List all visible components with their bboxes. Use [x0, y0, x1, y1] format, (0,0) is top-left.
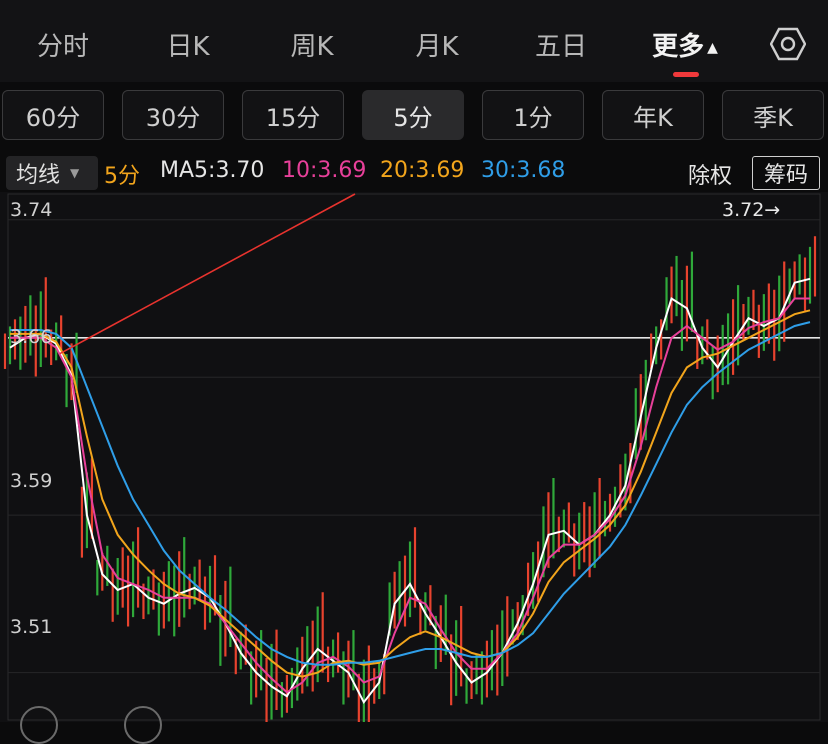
tab-daily-k[interactable]: 日K: [166, 26, 209, 66]
period-quarterly-k-button[interactable]: 季K: [722, 90, 824, 140]
zoom-in-icon[interactable]: [124, 706, 162, 744]
ma-dropdown-label: 均线: [16, 163, 61, 188]
y-axis-label-bottom: 3.51: [10, 616, 53, 638]
tab-more-label: 更多: [652, 32, 705, 62]
chip-distribution-button[interactable]: 筹码: [752, 156, 820, 190]
kline-chart[interactable]: [0, 192, 828, 722]
ex-rights-toggle[interactable]: 除权: [688, 158, 732, 190]
y-axis-label-top: 3.74: [10, 199, 53, 221]
ma20-value: 20:3.69: [380, 158, 465, 183]
zoom-out-icon[interactable]: [20, 706, 58, 744]
period-5min-button[interactable]: 5分: [362, 90, 464, 140]
tab-monthly-k[interactable]: 月K: [415, 26, 458, 66]
ma30-value: 30:3.68: [481, 158, 566, 183]
period-tab-bar: 分时 日K 周K 月K 五日 更多 ▲: [0, 0, 828, 82]
ma-line-ma10: [10, 297, 810, 694]
tab-fenshi[interactable]: 分时: [37, 26, 89, 66]
active-tab-indicator: [673, 72, 699, 77]
caret-up-icon: ▲: [707, 39, 718, 56]
y-axis-label-lower: 3.59: [10, 470, 53, 492]
period-1min-button[interactable]: 1分: [482, 90, 584, 140]
ma10-value: 10:3.69: [282, 158, 367, 183]
period-15min-button[interactable]: 15分: [242, 90, 344, 140]
tab-weekly-k[interactable]: 周K: [290, 26, 333, 66]
ma-type-dropdown[interactable]: 均线 ▼: [6, 156, 98, 190]
period-60min-button[interactable]: 60分: [2, 90, 104, 140]
period-30min-button[interactable]: 30分: [122, 90, 224, 140]
tab-five-day[interactable]: 五日: [535, 26, 587, 66]
current-price-marker: 3.72→: [722, 199, 781, 221]
y-axis-label-upper: 3.66: [10, 326, 53, 348]
ma5-value: MA5:3.70: [160, 158, 265, 183]
ma-period-label: 5分: [104, 164, 140, 189]
chevron-down-icon: ▼: [70, 166, 80, 180]
tab-more[interactable]: 更多 ▲: [652, 26, 718, 66]
trend-line: [59, 193, 356, 355]
period-yearly-k-button[interactable]: 年K: [602, 90, 704, 140]
kline-chart-svg: [3, 193, 821, 722]
chart-frame: [7, 193, 821, 721]
settings-icon[interactable]: [769, 26, 807, 62]
